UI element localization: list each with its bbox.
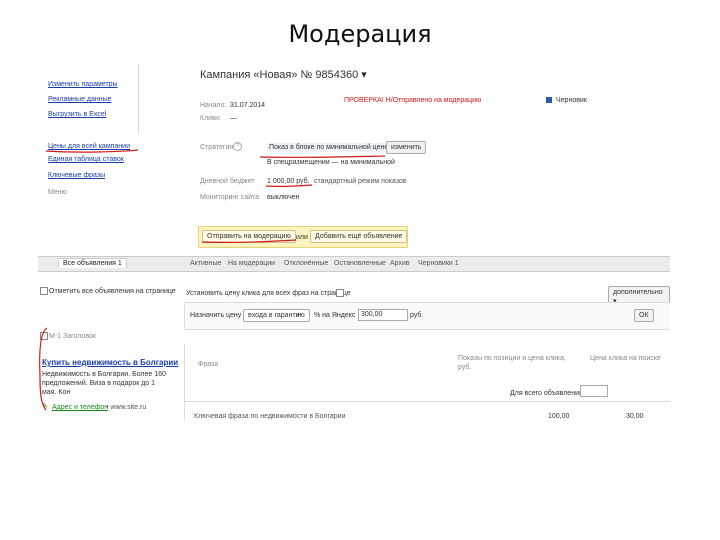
ad-checkbox[interactable] xyxy=(40,332,48,340)
assign-plus: + xyxy=(296,312,301,319)
screenshot-area: Изменить параметры Рекламные данные Выгр… xyxy=(38,64,670,420)
or-label: или xyxy=(296,234,308,241)
col-right: Цена клика на поиске xyxy=(590,355,661,362)
ad-url-label[interactable]: Адрес и телефон xyxy=(52,403,108,412)
col-phrase: Фраза xyxy=(198,361,219,368)
sidebar-link-bids-table[interactable]: Единая таблица ставок xyxy=(48,155,124,164)
ok-button[interactable]: ОК xyxy=(634,309,654,322)
campaign-status: ПРОВЕРКА! Н/Отправлено на модерацию xyxy=(344,97,482,104)
sidebar-link-keywords[interactable]: Ключевые фразы xyxy=(48,171,105,180)
campaign-heading: Кампания «Новая» № 9854360 ▾ xyxy=(200,69,367,81)
tab-drafts[interactable]: Черновики 1 xyxy=(418,260,459,267)
ad-url: • www.site.ru xyxy=(106,404,147,411)
ad-body: Недвижимость в Болгарии. Более 160 предл… xyxy=(42,371,166,396)
ad-label: М-1 Заголовок xyxy=(49,333,96,340)
budget-note: стандартный режим показов xyxy=(314,178,407,185)
draft-label: Черновик xyxy=(556,97,587,104)
add-ad-button[interactable]: Добавить ещё объявление xyxy=(310,230,408,243)
send-to-moderation-button[interactable]: Отправить на модерацию xyxy=(202,230,296,243)
sidebar-divider xyxy=(138,64,139,134)
table-row-divider xyxy=(184,401,670,402)
table-row-val1: 100,00 xyxy=(548,413,570,420)
strategy-value: Показ в блоке по минимальной цене xyxy=(267,143,391,152)
table-row-val2: 30,00 xyxy=(626,413,644,420)
start-label: Начало: xyxy=(200,102,227,109)
pencil-icon[interactable]: ✎ xyxy=(42,402,48,410)
assign-unit: руб. xyxy=(410,312,424,319)
strategy-sub: В спецразмещении — на минимальной xyxy=(267,159,395,166)
clicks-value: — xyxy=(230,115,237,122)
table-left-border xyxy=(184,344,185,420)
slide-title: Модерация xyxy=(288,20,432,48)
set-price-checkbox[interactable] xyxy=(336,289,344,297)
tab-all-ads[interactable]: Все объявления 1 xyxy=(58,258,127,268)
for-all-label: Для всего объявления: xyxy=(510,390,585,397)
sidebar-link-campaign-prices[interactable]: Цены для всей кампании xyxy=(48,142,130,151)
budget-label: Дневной бюджет xyxy=(200,178,255,185)
help-icon[interactable]: ? xyxy=(233,142,242,151)
clicks-label: Клики: xyxy=(200,115,221,122)
set-price-label: Установить цену клика для всех фраз на с… xyxy=(186,290,351,297)
select-all-checkbox[interactable] xyxy=(40,287,48,295)
start-value: 31.07.2014 xyxy=(230,102,266,109)
table-row-phrase: Ключевая фраза по недвижимости в Болгари… xyxy=(194,413,346,420)
assign-value-input[interactable]: 300,00 xyxy=(358,309,408,321)
for-all-input[interactable] xyxy=(580,385,608,397)
tab-active[interactable]: Активные xyxy=(190,260,221,267)
strategy-label: Стратегия xyxy=(200,144,234,151)
sidebar-menu-label: Меню xyxy=(48,189,67,196)
sidebar-link-excel[interactable]: Выгрузить в Excel xyxy=(48,110,106,119)
col-price: Показы по позиции и цена клика, руб. xyxy=(458,355,566,371)
sidebar-link-ad-data[interactable]: Рекламные данные xyxy=(48,95,112,104)
budget-value: 1 000,00 руб. xyxy=(267,178,310,185)
strategy-change-button[interactable]: изменить xyxy=(386,141,427,154)
tab-moderation[interactable]: На модерации xyxy=(228,260,275,267)
monitoring-value: выключен xyxy=(267,194,300,201)
tab-archive[interactable]: Архив xyxy=(390,260,410,267)
sidebar-link-params[interactable]: Изменить параметры xyxy=(48,80,118,89)
tab-rejected[interactable]: Отклонённые xyxy=(284,260,328,267)
tab-stopped[interactable]: Остановленные xyxy=(334,260,386,267)
draft-icon xyxy=(546,97,552,103)
ad-title[interactable]: Купить недвижимость в Болгарии xyxy=(42,358,178,367)
monitoring-label: Мониторинг сайта xyxy=(200,194,260,201)
select-all-label: Отметить все объявления на странице xyxy=(49,288,176,295)
assign-label: Назначить цену xyxy=(190,312,242,319)
assign-percent: % на Яндекс xyxy=(314,312,356,319)
